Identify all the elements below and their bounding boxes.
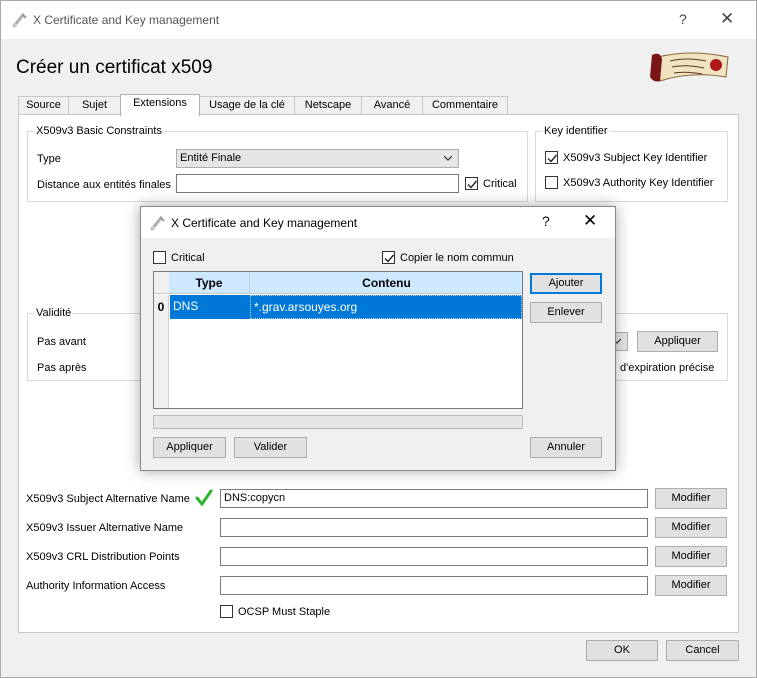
close-button[interactable]: ✕ <box>720 9 734 29</box>
authority-info-access-label: Authority Information Access <box>26 580 166 592</box>
authority-info-access-input[interactable] <box>220 576 648 595</box>
crl-distribution-input[interactable] <box>220 547 648 566</box>
subject-key-identifier-checkbox[interactable] <box>545 151 558 164</box>
certificate-app-icon <box>150 216 165 231</box>
subject-alt-name-input[interactable]: DNS:copycn <box>220 489 648 508</box>
issuer-alt-name-label: X509v3 Issuer Alternative Name <box>26 522 184 534</box>
distance-input[interactable] <box>176 174 459 193</box>
chevron-down-icon <box>444 155 452 161</box>
copy-common-name-checkbox[interactable] <box>382 251 395 264</box>
alt-name-dialog: X Certificate and Key management ? ✕ Cri… <box>140 206 616 471</box>
tab-label: Netscape <box>304 99 352 111</box>
column-header-type[interactable]: Type <box>169 272 250 294</box>
row-header[interactable]: 0 <box>154 295 169 319</box>
authority-key-identifier-checkbox[interactable] <box>545 176 558 189</box>
ocsp-must-staple-label: OCSP Must Staple <box>238 606 331 618</box>
crl-distribution-modify-button[interactable]: Modifier <box>655 546 727 567</box>
authority-info-access-modify-button[interactable]: Modifier <box>655 575 727 596</box>
tab-label: Usage de la clé <box>209 99 285 111</box>
validity-apply-button[interactable]: Appliquer <box>637 331 718 352</box>
table-corner <box>154 272 169 294</box>
tab-source[interactable]: Source <box>18 96 69 115</box>
alt-name-table: Type Contenu 0 DNS *.grav.arsouyes.org <box>153 271 523 409</box>
tab-commentaire[interactable]: Commentaire <box>422 96 508 115</box>
basic-constraints-group: X509v3 Basic Constraints Type Entité Fin… <box>27 125 528 202</box>
type-combo-value: Entité Finale <box>180 152 242 164</box>
window-title: X Certificate and Key management <box>33 13 220 27</box>
table-row-type-cell[interactable]: DNS <box>170 295 250 319</box>
issuer-alt-name-modify-button[interactable]: Modifier <box>655 517 727 538</box>
tab-label: Source <box>26 99 61 111</box>
critical-label: Critical <box>483 178 517 190</box>
checkmark-icon <box>547 154 558 163</box>
page-title: Créer un certificat x509 <box>16 57 213 78</box>
not-after-label: Pas après <box>37 362 87 374</box>
table-row-content-cell[interactable]: *.grav.arsouyes.org <box>250 295 522 319</box>
dialog-close-button[interactable]: ✕ <box>583 211 597 231</box>
issuer-alt-name-input[interactable] <box>220 518 648 537</box>
dialog-critical-label: Critical <box>171 252 205 264</box>
basic-constraints-title: X509v3 Basic Constraints <box>34 125 164 137</box>
tab-label: Sujet <box>81 99 108 111</box>
horizontal-scrollbar[interactable] <box>153 415 523 429</box>
subject-alt-name-label: X509v3 Subject Alternative Name <box>26 493 190 505</box>
tab-netscape[interactable]: Netscape <box>294 96 362 115</box>
ocsp-must-staple-checkbox[interactable] <box>220 605 233 618</box>
validity-title: Validité <box>34 307 74 319</box>
copy-common-name-label: Copier le nom commun <box>400 252 514 264</box>
authority-key-identifier-label: X509v3 Authority Key Identifier <box>563 177 714 189</box>
tab-avance[interactable]: Avancé <box>361 96 423 115</box>
tab-usage-de-la-cle[interactable]: Usage de la clé <box>199 96 295 115</box>
tab-label: Commentaire <box>431 99 499 111</box>
title-bar: X Certificate and Key management ? ✕ <box>1 1 756 39</box>
certificate-app-icon <box>12 13 27 28</box>
crl-distribution-label: X509v3 CRL Distribution Points <box>26 551 180 563</box>
dialog-title: X Certificate and Key management <box>171 216 358 230</box>
cancel-button[interactable]: Cancel <box>666 640 739 661</box>
dialog-validate-button[interactable]: Valider <box>234 437 307 458</box>
row-header-filler <box>154 319 169 408</box>
not-before-label: Pas avant <box>37 336 86 348</box>
column-header-content[interactable]: Contenu <box>250 272 522 294</box>
dialog-cancel-button[interactable]: Annuler <box>530 437 602 458</box>
remove-button[interactable]: Enlever <box>530 302 602 323</box>
tab-label: Extensions <box>133 97 187 109</box>
tab-sujet[interactable]: Sujet <box>68 96 121 115</box>
tab-extensions[interactable]: Extensions <box>120 94 200 116</box>
exact-expiry-label: d'expiration précise <box>620 362 715 374</box>
scroll-logo-icon <box>650 52 729 82</box>
checkmark-icon <box>467 180 478 189</box>
ok-button[interactable]: OK <box>586 640 658 661</box>
subject-alt-name-modify-button[interactable]: Modifier <box>655 488 727 509</box>
distance-label: Distance aux entités finales <box>37 179 171 191</box>
checkmark-icon <box>384 254 395 263</box>
key-identifier-title: Key identifier <box>542 125 610 137</box>
type-label: Type <box>37 153 61 165</box>
add-button[interactable]: Ajouter <box>530 273 602 294</box>
dialog-apply-button[interactable]: Appliquer <box>153 437 226 458</box>
dialog-critical-checkbox[interactable] <box>153 251 166 264</box>
type-combo[interactable]: Entité Finale <box>176 149 459 168</box>
dialog-help-button[interactable]: ? <box>542 213 550 229</box>
tab-label: Avancé <box>373 99 411 111</box>
green-check-icon <box>195 489 213 507</box>
key-identifier-group: Key identifier X509v3 Subject Key Identi… <box>535 125 728 202</box>
help-button[interactable]: ? <box>679 11 687 27</box>
critical-checkbox[interactable] <box>465 177 478 190</box>
subject-key-identifier-label: X509v3 Subject Key Identifier <box>563 152 708 164</box>
dialog-title-bar: X Certificate and Key management ? ✕ <box>141 207 615 238</box>
